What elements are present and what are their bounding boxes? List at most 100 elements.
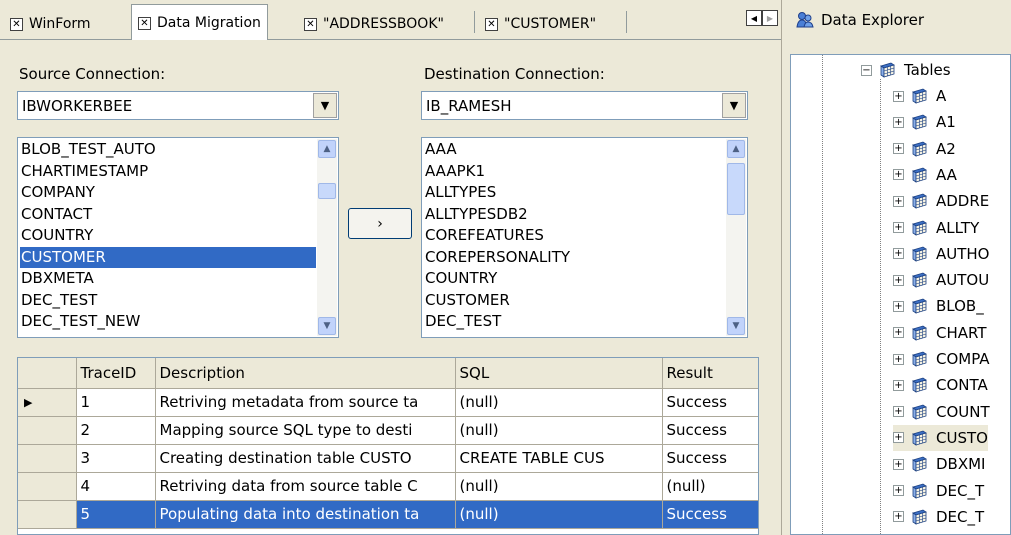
scroll-up-icon[interactable]: ▲ (727, 140, 745, 158)
tree-node-table[interactable]: + COUNT (893, 399, 990, 425)
expand-icon[interactable]: + (893, 458, 904, 470)
tab-winform[interactable]: ✕ WinForm (4, 8, 97, 40)
cell-result[interactable]: Success (662, 416, 758, 445)
cell-sql[interactable]: (null) (455, 472, 663, 501)
cell-id[interactable]: 2 (76, 416, 156, 445)
column-header-sql[interactable]: SQL (455, 358, 663, 389)
tree-node-table[interactable]: + DEC_T (893, 504, 984, 530)
chevron-down-icon[interactable]: ▼ (313, 93, 337, 118)
scroll-thumb[interactable] (727, 163, 745, 215)
cell-id[interactable]: 4 (76, 472, 156, 501)
tab-addressbook[interactable]: ✕ "ADDRESSBOOK" (298, 8, 450, 40)
row-header[interactable] (18, 472, 77, 501)
explorer-tree[interactable]: − Tables + A + A1 + A2 + AA + ADDRE + ALLTY + AUTHO + AUT… (790, 54, 1011, 535)
expand-icon[interactable]: + (893, 353, 904, 365)
table-row[interactable]: 5 Populating data into destination ta (nul… (18, 500, 758, 529)
tree-node-table[interactable]: + AA (893, 162, 957, 188)
scroll-down-icon[interactable]: ▼ (727, 317, 745, 335)
close-icon[interactable]: ✕ (10, 17, 23, 31)
tree-node-table[interactable]: + ALLTY (893, 215, 979, 241)
destination-table-item[interactable]: COUNTRY (424, 268, 725, 290)
destination-list-scrollbar[interactable]: ▲ ▼ (726, 139, 746, 336)
cell-result[interactable]: Success (662, 444, 758, 473)
close-icon[interactable]: ✕ (485, 17, 498, 31)
tree-node-table[interactable]: + CHART (893, 320, 987, 346)
column-header-traceid[interactable]: TraceID (76, 358, 156, 389)
tab-data-migration[interactable]: ✕ Data Migration (131, 4, 268, 41)
expand-icon[interactable]: + (893, 169, 904, 181)
destination-table-item[interactable]: CUSTOMER (424, 290, 725, 312)
tree-node-table[interactable]: + A2 (893, 136, 956, 162)
destination-table-item[interactable]: ALLTYPESDB2 (424, 204, 725, 226)
expand-icon[interactable]: + (893, 379, 904, 391)
row-header[interactable] (18, 444, 77, 473)
collapse-icon[interactable]: − (861, 64, 872, 76)
expand-icon[interactable]: + (893, 406, 904, 418)
source-table-item[interactable]: CHARTIMESTAMP (20, 161, 316, 183)
destination-table-item[interactable]: AAAPK1 (424, 161, 725, 183)
table-row[interactable]: 3 Creating destination table CUSTO CREATE … (18, 444, 758, 473)
close-icon[interactable]: ✕ (304, 17, 317, 31)
source-table-item[interactable]: COUNTRY (20, 225, 316, 247)
expand-icon[interactable]: + (893, 195, 904, 207)
table-row[interactable]: 4 Retriving data from source table C (null… (18, 472, 758, 501)
cell-sql[interactable]: CREATE TABLE CUS (455, 444, 663, 473)
destination-tables-list[interactable]: AAA AAAPK1 ALLTYPES ALLTYPESDB2 COREFEATURES… (421, 137, 748, 338)
expand-icon[interactable]: + (893, 222, 904, 233)
row-header[interactable]: ▶ (18, 388, 77, 417)
scroll-down-icon[interactable]: ▼ (318, 317, 336, 335)
expand-icon[interactable]: + (893, 300, 904, 312)
destination-table-item[interactable]: ALLTYPES (424, 182, 725, 204)
source-table-item[interactable]: CUSTOMER (20, 246, 316, 268)
cell-id[interactable]: 5 (76, 500, 156, 529)
tree-node-table[interactable]: + CUSTO (893, 424, 988, 451)
row-header[interactable] (18, 416, 77, 445)
expand-icon[interactable]: + (893, 116, 904, 128)
cell-description[interactable]: Mapping source SQL type to desti (155, 416, 456, 445)
source-connection-select[interactable]: IBWORKERBEE ▼ (17, 91, 339, 120)
scroll-thumb[interactable] (318, 183, 336, 199)
source-table-item[interactable]: CONTACT (20, 204, 316, 226)
cell-description[interactable]: Populating data into destination ta (155, 500, 456, 529)
close-icon[interactable]: ✕ (138, 16, 151, 30)
column-header-description[interactable]: Description (155, 358, 456, 389)
table-row[interactable]: ▶ 1 Retriving metadata from source ta (null… (18, 388, 758, 417)
tree-node-table[interactable]: + AUTHO (893, 241, 990, 267)
cell-description[interactable]: Creating destination table CUSTO (155, 444, 456, 473)
tree-node-table[interactable]: + CONTA (893, 372, 988, 398)
tree-node-table[interactable]: + AUTOU (893, 267, 989, 293)
cell-description[interactable]: Retriving data from source table C (155, 472, 456, 501)
destination-table-item[interactable]: AAA (424, 139, 725, 161)
cell-sql[interactable]: (null) (455, 416, 663, 445)
destination-table-item[interactable]: COREFEATURES (424, 225, 725, 247)
expand-icon[interactable]: + (893, 90, 904, 102)
expand-icon[interactable]: + (893, 248, 904, 260)
cell-id[interactable]: 3 (76, 444, 156, 473)
expand-icon[interactable]: + (893, 274, 904, 286)
cell-description[interactable]: Retriving metadata from source ta (155, 388, 456, 417)
expand-icon[interactable]: + (893, 485, 904, 496)
cell-id[interactable]: 1 (76, 388, 156, 417)
tree-node-table[interactable]: + BLOB_ (893, 293, 984, 319)
tree-node-table[interactable]: + ADDRE (893, 188, 989, 214)
cell-sql[interactable]: (null) (455, 500, 663, 529)
tree-node-table[interactable]: + DEC_T (893, 478, 984, 504)
source-table-item[interactable]: DEC_TEST_NEW (20, 311, 316, 333)
tab-scroll-left-icon[interactable]: ◀ (746, 10, 762, 26)
tab-customer[interactable]: ✕ "CUSTOMER" (479, 8, 602, 40)
tab-scroll-right-icon[interactable]: ▶ (762, 10, 778, 26)
source-tables-list[interactable]: BLOB_TEST_AUTO CHARTIMESTAMP COMPANY CONTAC… (17, 137, 339, 338)
source-table-item[interactable]: BLOB_TEST_AUTO (20, 139, 316, 161)
tree-node-table[interactable]: + COMPA (893, 346, 990, 372)
scroll-up-icon[interactable]: ▲ (318, 140, 336, 158)
row-header[interactable] (18, 500, 77, 529)
cell-result[interactable]: Success (662, 388, 758, 417)
cell-sql[interactable]: (null) (455, 388, 663, 417)
cell-result[interactable]: (null) (662, 472, 758, 501)
expand-icon[interactable]: + (893, 432, 904, 444)
tree-node-table[interactable]: + A1 (893, 109, 956, 135)
expand-icon[interactable]: + (893, 143, 904, 155)
source-list-scrollbar[interactable]: ▲ ▼ (317, 139, 337, 336)
cell-result[interactable]: Success (662, 500, 758, 529)
table-row[interactable]: 2 Mapping source SQL type to desti (null) S… (18, 416, 758, 445)
